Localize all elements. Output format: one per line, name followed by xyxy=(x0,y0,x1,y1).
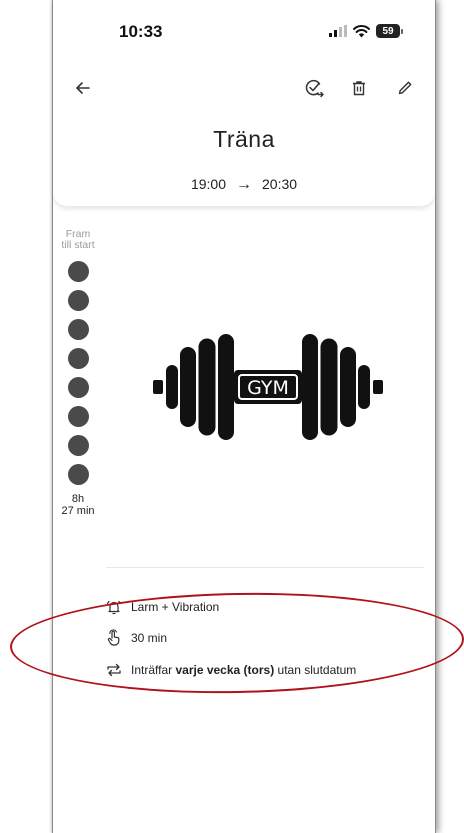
start-time: 19:00 xyxy=(190,176,226,192)
signal-icon xyxy=(329,25,347,37)
countdown-dot xyxy=(67,464,89,485)
toolbar xyxy=(53,66,435,110)
battery-icon: 59 xyxy=(376,24,400,38)
section-divider xyxy=(106,567,424,568)
countdown-top-line2: till start xyxy=(61,239,95,251)
delete-button[interactable] xyxy=(343,72,375,104)
event-time-range: 19:00 → 20:30 xyxy=(53,176,435,194)
phone-screen: 10:33 59 Träna 19:00 → 20:30 Fram till s… xyxy=(52,0,436,833)
countdown-dot xyxy=(67,435,89,456)
countdown-dot xyxy=(67,261,89,282)
edit-button[interactable] xyxy=(389,72,421,104)
recurrence-suffix: utan slutdatum xyxy=(274,663,357,677)
duration-detail: 30 min xyxy=(105,629,167,647)
arrow-left-icon xyxy=(76,82,90,94)
alarm-text: Larm + Vibration xyxy=(131,600,220,614)
recurrence-detail: Inträffar varje vecka (tors) utan slutda… xyxy=(105,661,356,679)
recurrence-prefix: Inträffar xyxy=(131,663,176,677)
battery-cap xyxy=(401,28,403,34)
status-time: 10:33 xyxy=(119,22,163,41)
alarm-detail: Larm + Vibration xyxy=(105,598,219,616)
back-button[interactable] xyxy=(67,72,99,104)
wifi-icon xyxy=(353,24,370,37)
mark-done-button[interactable] xyxy=(298,72,330,104)
countdown-dot xyxy=(67,290,89,311)
countdown-progress: Fram till start 8h 27 min xyxy=(53,229,103,518)
pencil-icon xyxy=(398,81,412,95)
countdown-top-label: Fram till start xyxy=(53,229,103,251)
gym-label: GYM xyxy=(247,377,289,399)
event-title: Träna xyxy=(213,126,275,152)
trash-icon xyxy=(353,81,365,96)
recurrence-bold: varje vecka (tors) xyxy=(175,663,275,677)
recurrence-text: Inträffar varje vecka (tors) utan slutda… xyxy=(131,663,356,677)
end-time: 20:30 xyxy=(262,176,298,192)
status-bar: 10:33 59 xyxy=(53,0,435,64)
check-circle-arrow-icon xyxy=(305,79,324,98)
countdown-dot xyxy=(67,406,89,427)
hand-tap-icon xyxy=(105,629,123,647)
countdown-hours: 8h xyxy=(71,493,85,505)
countdown-dots xyxy=(53,261,103,485)
arrow-right-icon: → xyxy=(236,176,252,193)
countdown-dot xyxy=(67,319,89,340)
bell-alarm-icon xyxy=(105,598,123,616)
countdown-minutes: 27 min xyxy=(61,505,95,517)
event-header-card: Träna 19:00 → 20:30 xyxy=(53,110,435,206)
countdown-dot xyxy=(67,377,89,398)
dumbbell-icon: GYM xyxy=(153,334,383,440)
countdown-dot xyxy=(67,348,89,369)
status-icons: 59 xyxy=(329,24,403,38)
countdown-bottom-label: 8h 27 min xyxy=(53,493,103,517)
repeat-icon xyxy=(105,661,123,679)
duration-text: 30 min xyxy=(131,631,168,645)
